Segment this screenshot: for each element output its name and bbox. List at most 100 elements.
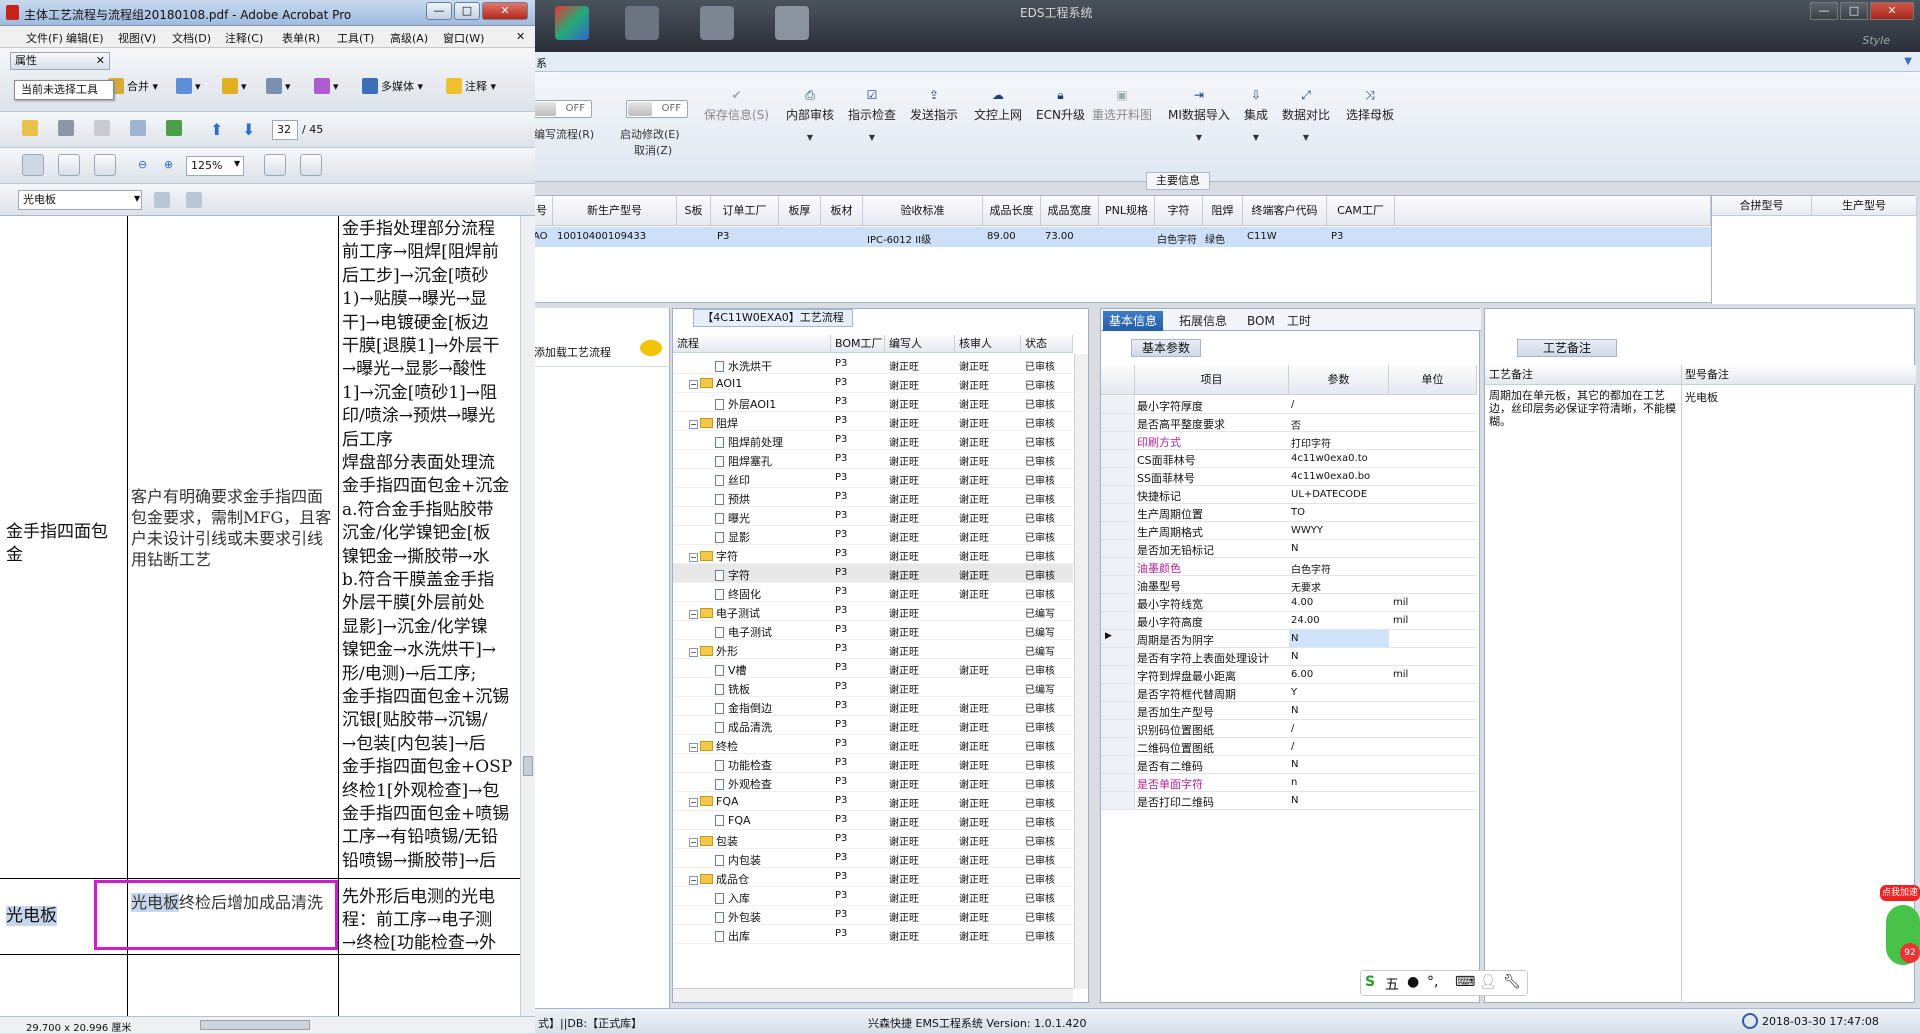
internal-review-button[interactable]: ⎙ 内部审核 ▼: [786, 88, 834, 142]
tree-row[interactable]: 金指倒边 P3 谢正旺 谢正旺 已审核: [673, 697, 1073, 716]
page-number-input[interactable]: 32: [272, 120, 298, 140]
column-header[interactable]: 参数: [1289, 365, 1389, 395]
cancel-label[interactable]: 取消(Z): [634, 142, 672, 158]
comment-button[interactable]: 注释 ▾: [446, 78, 496, 94]
tree-row[interactable]: − FQA P3 谢正旺 谢正旺 已审核: [673, 792, 1073, 811]
tab-bom[interactable]: BOM: [1241, 311, 1281, 331]
column-header[interactable]: 字符: [1155, 196, 1203, 226]
create-pdf-button[interactable]: ▾: [176, 78, 201, 94]
param-row[interactable]: 识别码位置图纸 /: [1101, 720, 1477, 738]
column-header[interactable]: 流程: [673, 335, 831, 353]
menu-tools[interactable]: 工具(T): [337, 30, 374, 46]
column-header[interactable]: 验收标准: [863, 196, 983, 226]
param-row[interactable]: SS面菲林号 4c11w0exa0.bo: [1101, 468, 1477, 486]
param-row[interactable]: 是否字符框代替周期 Y: [1101, 684, 1477, 702]
save-info-button[interactable]: ✔ 保存信息(S): [704, 88, 769, 123]
subtab-process-remarks[interactable]: 工艺备注: [1517, 339, 1617, 357]
vertical-scrollbar[interactable]: [1074, 354, 1088, 989]
tree-row[interactable]: 显影 P3 谢正旺 谢正旺 已审核: [673, 526, 1073, 545]
param-row[interactable]: 最小字符高度 24.00 mil: [1101, 612, 1477, 630]
page-up-icon[interactable]: ⬆: [210, 120, 223, 139]
param-row[interactable]: 快捷标记 UL+DATECODE: [1101, 486, 1477, 504]
tree-row[interactable]: − 成品仓 P3 谢正旺 谢正旺 已审核: [673, 868, 1073, 887]
doc-online-button[interactable]: ☁ 文控上网: [974, 88, 1022, 123]
param-row[interactable]: 生产周期位置 TO: [1101, 504, 1477, 522]
column-header[interactable]: PNL规格: [1099, 196, 1155, 226]
tree-row[interactable]: 阻焊塞孔 P3 谢正旺 谢正旺 已审核: [673, 450, 1073, 469]
param-row[interactable]: 是否打印二维码 N: [1101, 792, 1477, 810]
print-icon[interactable]: [58, 120, 77, 136]
param-row[interactable]: 最小字符厚度 /: [1101, 396, 1477, 414]
data-compare-button[interactable]: ⤢ 数据对比 ▼: [1282, 88, 1330, 142]
table-row[interactable]: [531, 227, 1711, 247]
integrate-button[interactable]: ⇩ 集成 ▼: [1244, 88, 1268, 142]
param-row[interactable]: 是否有字符上表面处理设计 N: [1101, 648, 1477, 666]
column-header[interactable]: 成品长度: [983, 196, 1041, 226]
chevron-down-icon[interactable]: ▼: [234, 159, 240, 168]
column-header[interactable]: 生产型号: [1812, 196, 1917, 216]
tree-row[interactable]: 出库 P3 谢正旺 谢正旺 已审核: [673, 925, 1073, 944]
column-header[interactable]: 终端客户代码: [1243, 196, 1327, 226]
secure-button[interactable]: ▾: [222, 78, 247, 94]
column-header[interactable]: CAM工厂: [1327, 196, 1395, 226]
column-header[interactable]: 订单工厂: [711, 196, 779, 226]
minimize-button[interactable]: —: [426, 2, 452, 20]
tree-row[interactable]: 丝印 P3 谢正旺 谢正旺 已审核: [673, 469, 1073, 488]
sign-button[interactable]: ▾: [266, 78, 291, 94]
menu-document[interactable]: 文档(D): [172, 30, 211, 46]
ecn-upgrade-button[interactable]: 🔒︎ ECN升级: [1036, 88, 1085, 123]
fit-width-icon[interactable]: [300, 154, 322, 176]
multimedia-button[interactable]: 多媒体 ▾: [362, 78, 423, 94]
write-process-toggle[interactable]: OFF: [530, 100, 592, 118]
tab-extended-info[interactable]: 拓展信息: [1173, 311, 1233, 331]
column-header[interactable]: 阻焊: [1203, 196, 1243, 226]
tab-basic-info[interactable]: 基本信息: [1103, 311, 1164, 331]
open-icon[interactable]: [22, 120, 41, 136]
find-input[interactable]: 光电板: [18, 190, 142, 210]
speedup-badge[interactable]: 点我加速: [1880, 885, 1920, 901]
process-remark-text[interactable]: 周期加在单元板，其它的都加在工艺边，丝印层务必保证字符清晰，不能模糊。: [1489, 389, 1679, 428]
param-row[interactable]: ▶ 周期是否为阴字 N: [1101, 630, 1477, 648]
param-row[interactable]: 油墨型号 无要求: [1101, 576, 1477, 594]
zoom-tool-icon[interactable]: [94, 154, 116, 176]
reselect-cut-chart-button[interactable]: ▣ 重选开料图: [1092, 88, 1152, 123]
menu-tab[interactable]: 系: [536, 55, 547, 71]
tree-row[interactable]: 铣板 P3 谢正旺 已编写: [673, 678, 1073, 697]
chat-bubble-icon[interactable]: [640, 340, 662, 356]
param-row[interactable]: 是否单面字符 n: [1101, 774, 1477, 792]
close-doc-icon[interactable]: ✕: [516, 30, 525, 43]
mi-import-button[interactable]: ⇥ MI数据导入 ▼: [1168, 88, 1230, 142]
menu-file[interactable]: 文件(F): [26, 30, 63, 46]
column-header[interactable]: 编写人: [885, 335, 955, 353]
zoom-in-icon[interactable]: ⊕: [164, 158, 173, 171]
email-icon[interactable]: [130, 120, 149, 136]
merge-button[interactable]: 合并 ▾: [108, 78, 158, 94]
tab-hours[interactable]: 工时: [1281, 311, 1317, 331]
tree-row[interactable]: − 终检 P3 谢正旺 谢正旺 已审核: [673, 735, 1073, 754]
close-button[interactable]: ✕: [1870, 2, 1914, 20]
tree-row[interactable]: 水洗烘干 P3 谢正旺 谢正旺 已审核: [673, 355, 1073, 374]
zoom-out-icon[interactable]: ⊖: [138, 158, 147, 171]
column-header[interactable]: 单位: [1389, 365, 1477, 395]
tree-row[interactable]: − 外形 P3 谢正旺 已编写: [673, 640, 1073, 659]
menu-comments[interactable]: 注释(C): [225, 30, 263, 46]
hand-tool-icon[interactable]: [58, 154, 80, 176]
save-icon[interactable]: [94, 120, 113, 136]
column-header[interactable]: 板厚: [779, 196, 821, 226]
tree-row[interactable]: FQA P3 谢正旺 谢正旺 已审核: [673, 811, 1073, 830]
column-header[interactable]: 核审人: [955, 335, 1021, 353]
select-tool-icon[interactable]: [22, 154, 44, 176]
tree-row[interactable]: 成品清洗 P3 谢正旺 谢正旺 已审核: [673, 716, 1073, 735]
tree-row[interactable]: 预烘 P3 谢正旺 谢正旺 已审核: [673, 488, 1073, 507]
tree-row[interactable]: V槽 P3 谢正旺 谢正旺 已审核: [673, 659, 1073, 678]
param-row[interactable]: 是否高平整度要求否: [1101, 414, 1477, 432]
tree-row[interactable]: − 包装 P3 谢正旺 谢正旺 已审核: [673, 830, 1073, 849]
column-header[interactable]: 型号备注: [1681, 365, 1916, 385]
select-mother-board-button[interactable]: ⤨ 选择母板: [1346, 88, 1394, 123]
column-header[interactable]: S板: [677, 196, 711, 226]
column-header[interactable]: 新生产型号: [553, 196, 677, 226]
start-modify-toggle[interactable]: OFF: [626, 100, 688, 118]
column-header[interactable]: 板材: [821, 196, 863, 226]
param-row[interactable]: 生产周期格式 WWYY: [1101, 522, 1477, 540]
column-header[interactable]: 合拼型号: [1712, 196, 1812, 216]
